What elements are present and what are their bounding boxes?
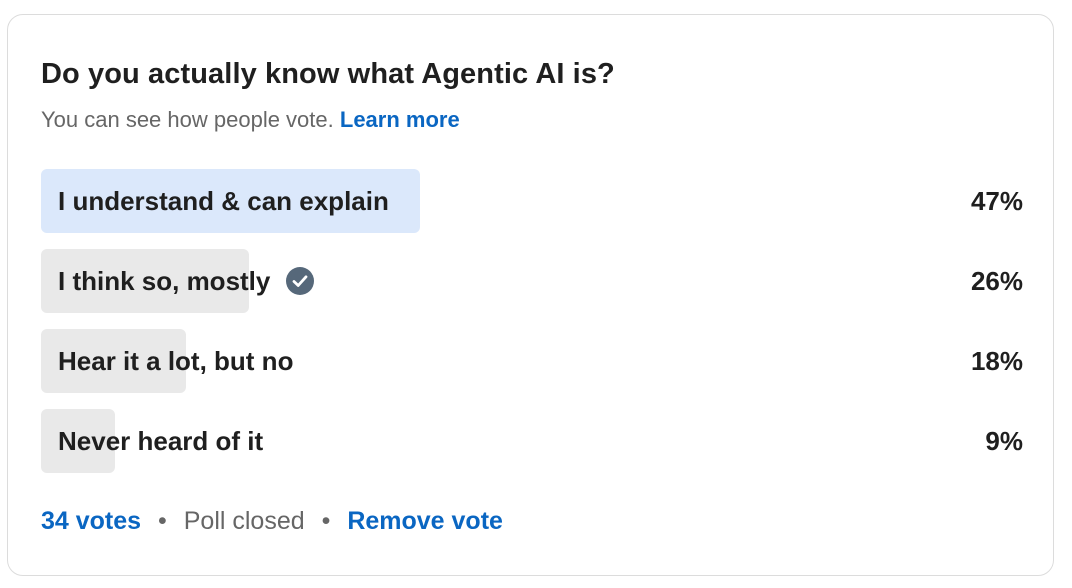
separator-dot: • xyxy=(158,507,167,535)
poll-option-label: I understand & can explain xyxy=(58,186,389,216)
poll-option-percent: 9% xyxy=(985,426,1023,456)
poll-option-3[interactable]: Hear it a lot, but no 18% xyxy=(41,329,1023,393)
votes-count-link[interactable]: 34 votes xyxy=(41,507,141,535)
poll-option-2[interactable]: I think so, mostly 26% xyxy=(41,249,1023,313)
poll-options: I understand & can explain 47% I think s… xyxy=(41,169,1023,489)
poll-status: Poll closed xyxy=(183,507,305,535)
poll-option-label: Never heard of it xyxy=(58,426,264,456)
poll-option-1[interactable]: I understand & can explain 47% xyxy=(41,169,1023,233)
poll-option-label: I think so, mostly xyxy=(58,249,315,313)
poll-option-percent: 47% xyxy=(970,186,1023,216)
separator-dot: • xyxy=(321,507,331,535)
poll-card: Do you actually know what Agentic AI is?… xyxy=(7,14,1054,576)
remove-vote-button[interactable]: Remove vote xyxy=(347,507,503,535)
poll-option-percent: 18% xyxy=(970,346,1023,376)
learn-more-link[interactable]: Learn more xyxy=(340,107,460,132)
poll-option-4[interactable]: Never heard of it 9% xyxy=(41,409,1023,473)
check-circle-icon xyxy=(286,267,315,295)
poll-question: Do you actually know what Agentic AI is? xyxy=(41,58,615,90)
poll-option-label: Hear it a lot, but no xyxy=(58,346,294,376)
visibility-text: You can see how people vote. xyxy=(41,107,334,132)
poll-footer: 34 votes • Poll closed • Remove vote xyxy=(41,507,503,536)
poll-visibility-note: You can see how people vote. Learn more xyxy=(41,107,460,133)
poll-option-percent: 26% xyxy=(970,266,1023,296)
